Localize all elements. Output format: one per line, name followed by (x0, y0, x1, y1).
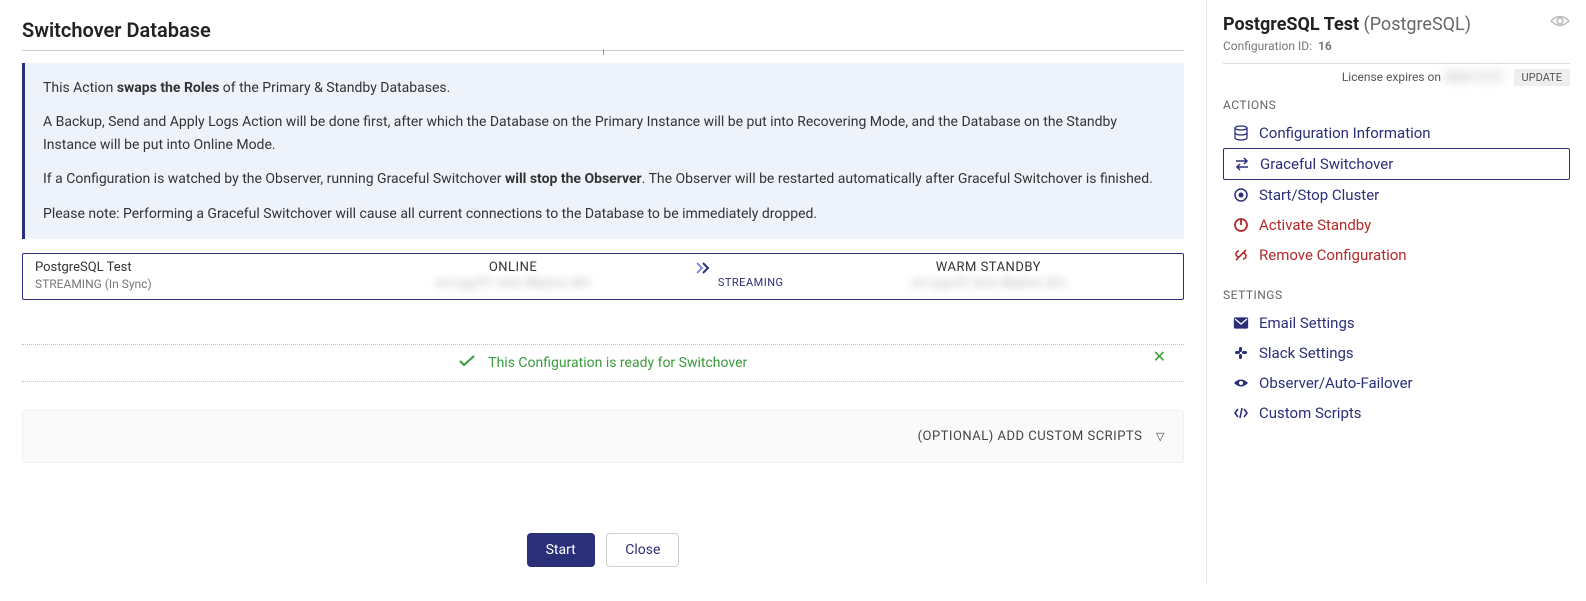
sidebar-item-graceful-switchover[interactable]: Graceful Switchover (1223, 148, 1570, 180)
status-config-name: PostgreSQL Test (35, 260, 330, 275)
info-box: This Action swaps the Roles of the Prima… (22, 63, 1184, 239)
mail-icon (1233, 315, 1249, 331)
main-panel: Switchover Database This Action swaps th… (0, 0, 1206, 585)
status-standby: WARM STANDBY srv-pg-02 test.dbplus.dm (806, 260, 1171, 291)
record-icon (1233, 187, 1249, 203)
stream-arrow-icon (696, 262, 806, 274)
sidebar-item-label: Email Settings (1259, 314, 1355, 332)
sidebar-type: (PostgreSQL) (1364, 14, 1471, 35)
status-stream: STREAMING (696, 262, 806, 289)
chevron-down-icon: ▽ (1156, 430, 1165, 443)
sidebar-item-label: Remove Configuration (1259, 246, 1407, 264)
sidebar-item-config-info[interactable]: Configuration Information (1223, 118, 1570, 148)
ready-notice: This Configuration is ready for Switchov… (22, 344, 1184, 382)
database-icon (1233, 125, 1249, 141)
right-sidebar: PostgreSQL Test (PostgreSQL) Configurati… (1206, 0, 1586, 585)
sidebar-item-label: Configuration Information (1259, 124, 1431, 142)
start-button[interactable]: Start (527, 533, 595, 567)
swap-icon (1234, 156, 1250, 172)
update-license-button[interactable]: UPDATE (1514, 69, 1570, 86)
sidebar-item-start-stop[interactable]: Start/Stop Cluster (1223, 180, 1570, 210)
sidebar-item-email[interactable]: Email Settings (1223, 308, 1570, 338)
sidebar-item-label: Slack Settings (1259, 344, 1354, 362)
code-icon (1233, 405, 1249, 421)
info-line-3: If a Configuration is watched by the Obs… (43, 168, 1166, 190)
page-title: Switchover Database (22, 18, 1184, 42)
status-standby-host: srv-pg-02 test.dbplus.dm (911, 275, 1066, 291)
status-primary-host: srv-pg-01 test.dbplus.dm (436, 275, 591, 291)
divider (22, 50, 1184, 51)
status-card: PostgreSQL Test STREAMING (In Sync) ONLI… (22, 253, 1184, 300)
sidebar-header: PostgreSQL Test (PostgreSQL) Configurati… (1223, 14, 1570, 53)
close-notice-icon[interactable]: ✕ (1153, 347, 1166, 366)
optional-label: (OPTIONAL) ADD CUSTOM SCRIPTS (918, 429, 1143, 444)
slack-icon (1233, 345, 1249, 361)
optional-scripts-bar[interactable]: (OPTIONAL) ADD CUSTOM SCRIPTS ▽ (22, 410, 1184, 463)
power-icon (1233, 217, 1249, 233)
license-row: License expires on 2024-12-31 UPDATE (1223, 70, 1570, 84)
sidebar-item-activate-standby[interactable]: Activate Standby (1223, 210, 1570, 240)
status-stream-label: STREAMING (696, 276, 806, 289)
sidebar-divider (1223, 63, 1570, 64)
sidebar-item-remove-config[interactable]: Remove Configuration (1223, 240, 1570, 270)
eye-icon (1233, 375, 1249, 391)
sidebar-item-label: Graceful Switchover (1260, 155, 1393, 173)
status-standby-label: WARM STANDBY (806, 260, 1171, 275)
license-date: 2024-12-31 (1444, 70, 1505, 84)
actions-heading: ACTIONS (1223, 98, 1570, 112)
sidebar-item-custom-scripts[interactable]: Custom Scripts (1223, 398, 1570, 428)
ready-text: This Configuration is ready for Switchov… (488, 355, 747, 371)
info-line-1: This Action swaps the Roles of the Prima… (43, 77, 1166, 99)
sidebar-config-id: Configuration ID: 16 (1223, 39, 1570, 53)
button-row: Start Close (22, 533, 1184, 567)
settings-heading: SETTINGS (1223, 288, 1570, 302)
sidebar-title: PostgreSQL Test (1223, 14, 1359, 35)
close-button[interactable]: Close (606, 533, 679, 567)
sidebar-item-observer[interactable]: Observer/Auto-Failover (1223, 368, 1570, 398)
sidebar-item-label: Activate Standby (1259, 216, 1371, 234)
status-config-sub: STREAMING (In Sync) (35, 277, 330, 291)
sidebar-item-label: Observer/Auto-Failover (1259, 374, 1413, 392)
status-config: PostgreSQL Test STREAMING (In Sync) (35, 260, 330, 291)
unlink-icon (1233, 247, 1249, 263)
sidebar-item-slack[interactable]: Slack Settings (1223, 338, 1570, 368)
sidebar-item-label: Start/Stop Cluster (1259, 186, 1379, 204)
status-primary-label: ONLINE (330, 260, 695, 275)
check-icon (459, 355, 478, 371)
visibility-icon[interactable] (1550, 14, 1570, 28)
sidebar-item-label: Custom Scripts (1259, 404, 1362, 422)
status-primary: ONLINE srv-pg-01 test.dbplus.dm (330, 260, 695, 291)
info-line-2: A Backup, Send and Apply Logs Action wil… (43, 111, 1166, 156)
info-line-4: Please note: Performing a Graceful Switc… (43, 203, 1166, 225)
